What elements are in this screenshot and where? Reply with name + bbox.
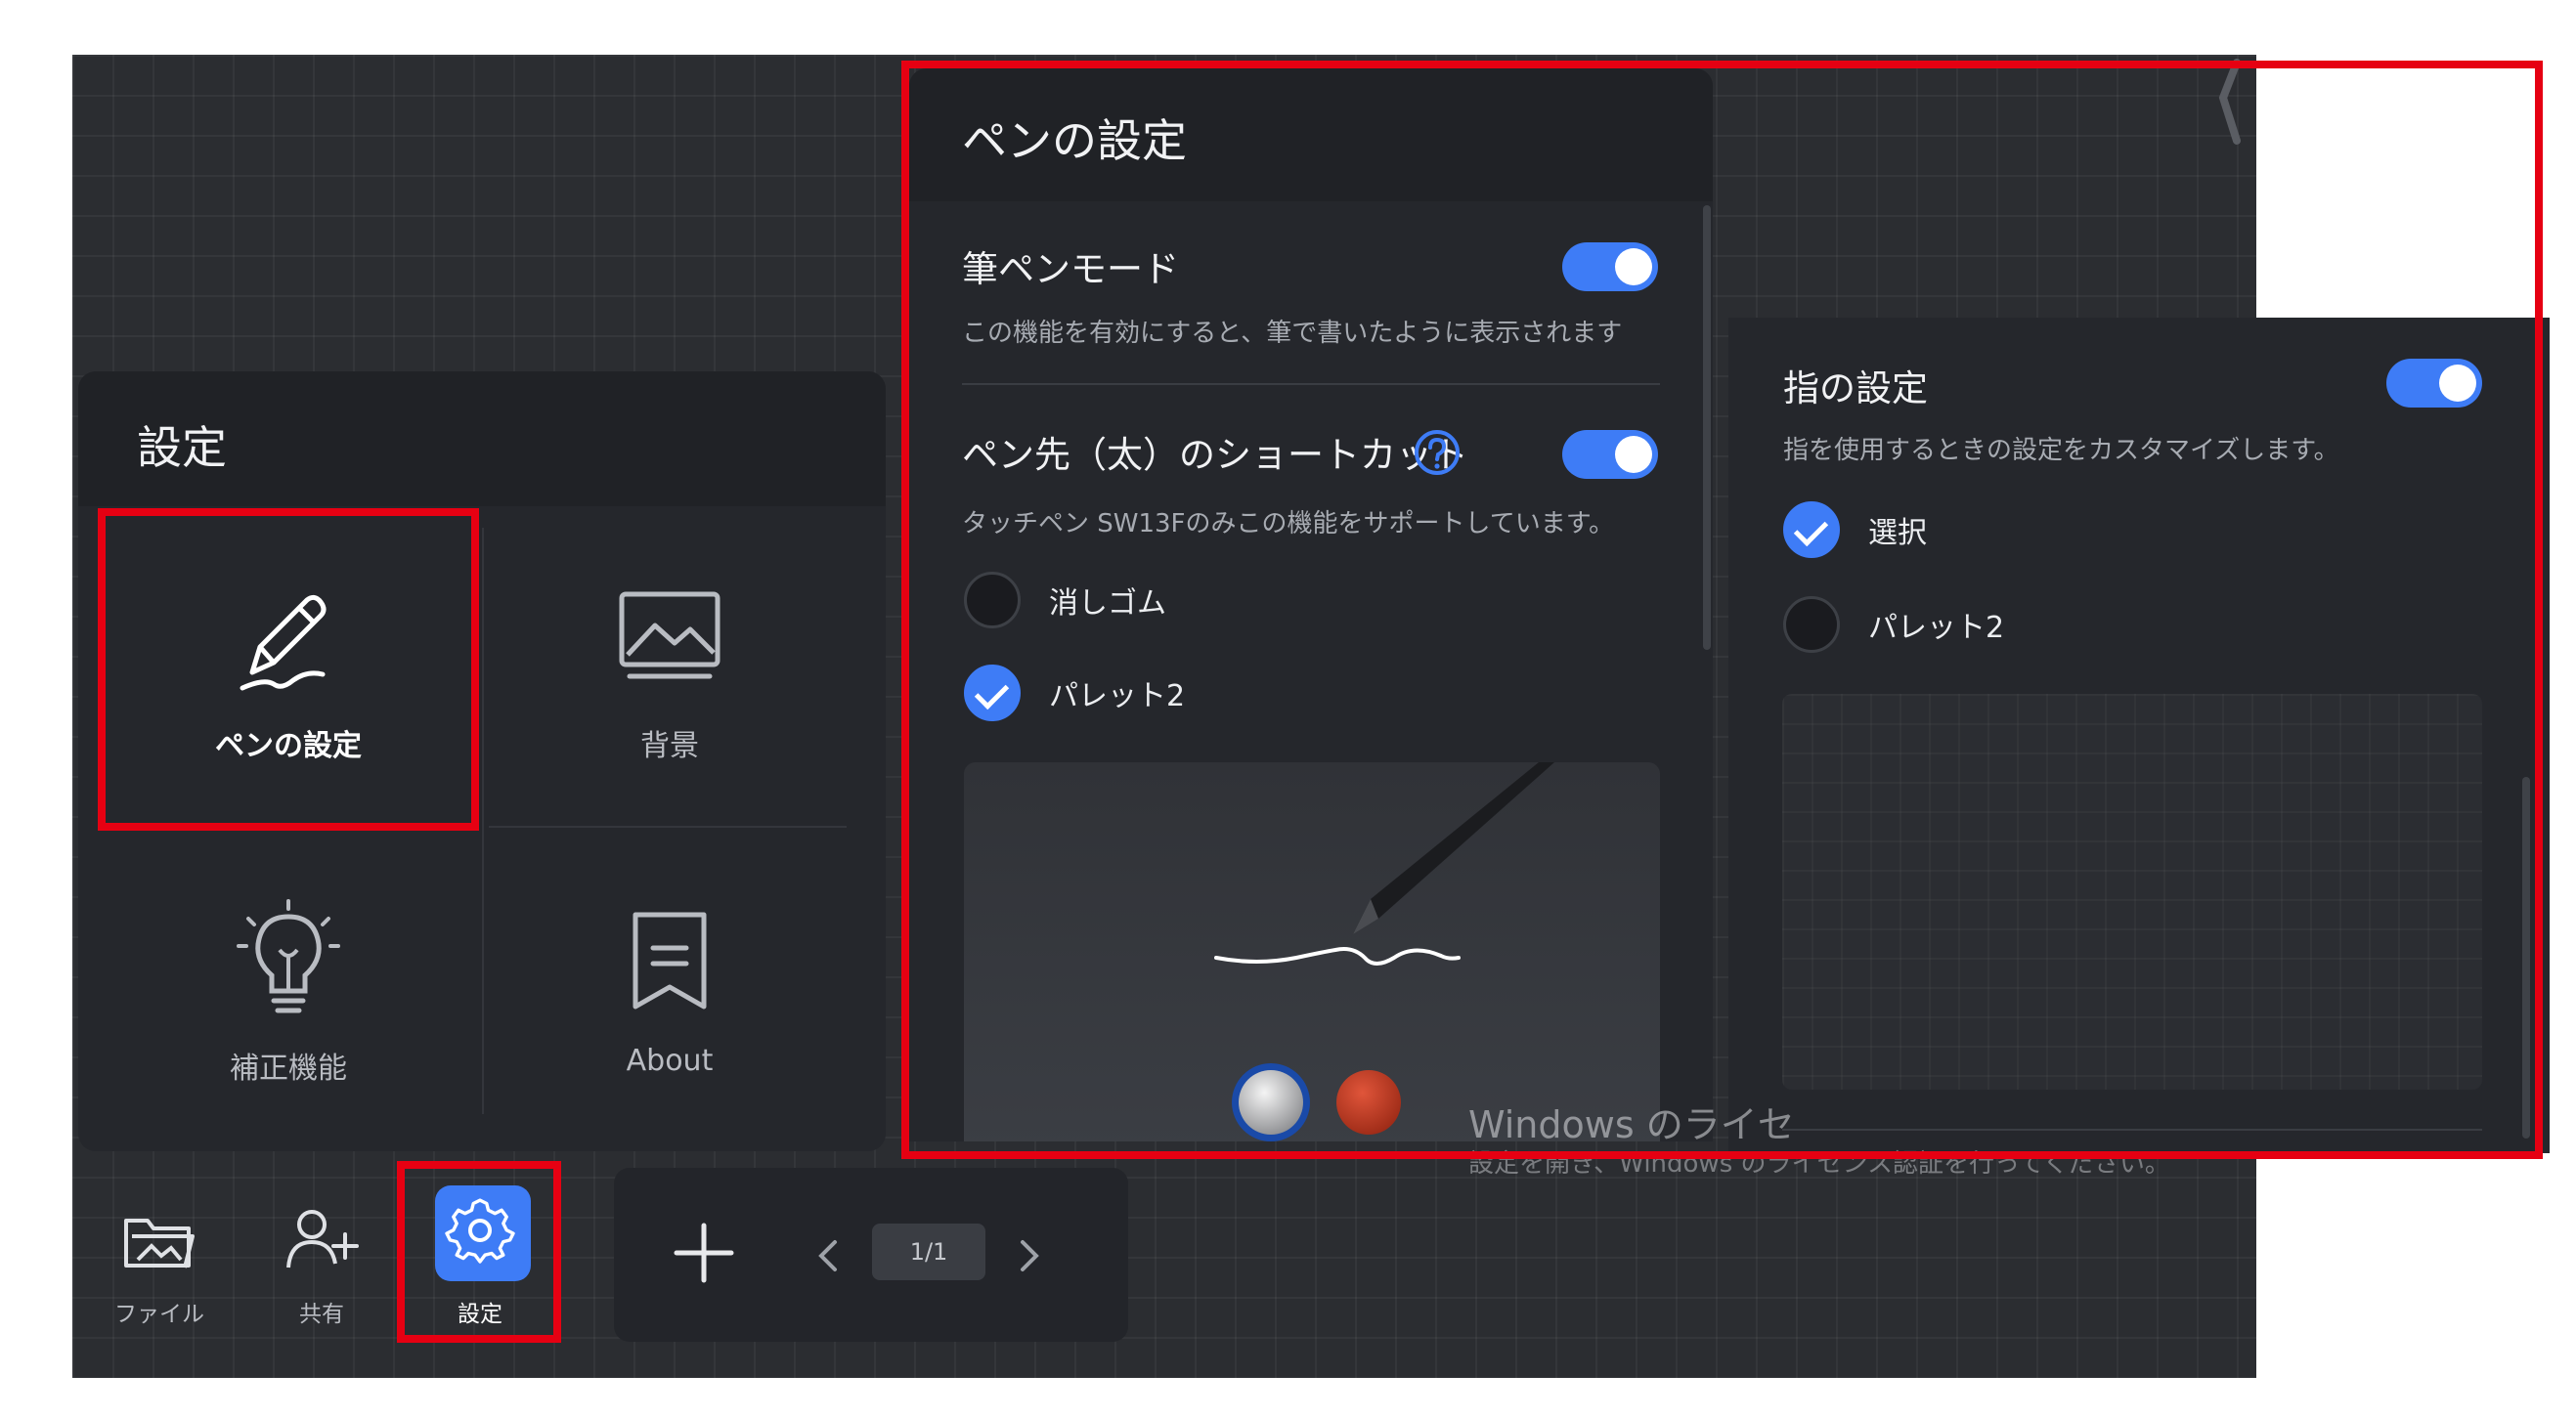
tile-about[interactable]: About (479, 831, 860, 1153)
add-user-icon (248, 1207, 395, 1295)
bookmark-icon (479, 909, 860, 1026)
file-button[interactable]: ファイル (86, 1168, 233, 1344)
page-indicator: 1/1 (872, 1224, 985, 1280)
share-button[interactable]: 共有 (248, 1168, 395, 1344)
image-icon (479, 586, 860, 704)
tile-background-label: 背景 (640, 729, 699, 763)
file-button-label: ファイル (114, 1302, 204, 1327)
folder-icon (86, 1207, 233, 1295)
annotation-pen-settings-tile (98, 508, 479, 831)
annotation-pen-settings-panels (901, 61, 2543, 1159)
page-navigator: 1/1 (614, 1168, 1128, 1342)
settings-menu-title: 設定 (137, 421, 227, 474)
add-page-icon[interactable] (673, 1222, 735, 1284)
tile-about-label: About (626, 1044, 714, 1078)
tile-background[interactable]: 背景 (479, 508, 860, 831)
lightbulb-icon (98, 899, 479, 1016)
next-page-icon[interactable] (1015, 1236, 1044, 1275)
share-button-label: 共有 (299, 1302, 344, 1327)
tile-correction-label: 補正機能 (230, 1052, 347, 1086)
annotation-settings-button (397, 1161, 561, 1343)
previous-page-icon[interactable] (813, 1236, 843, 1275)
tile-correction[interactable]: 補正機能 (98, 831, 479, 1153)
